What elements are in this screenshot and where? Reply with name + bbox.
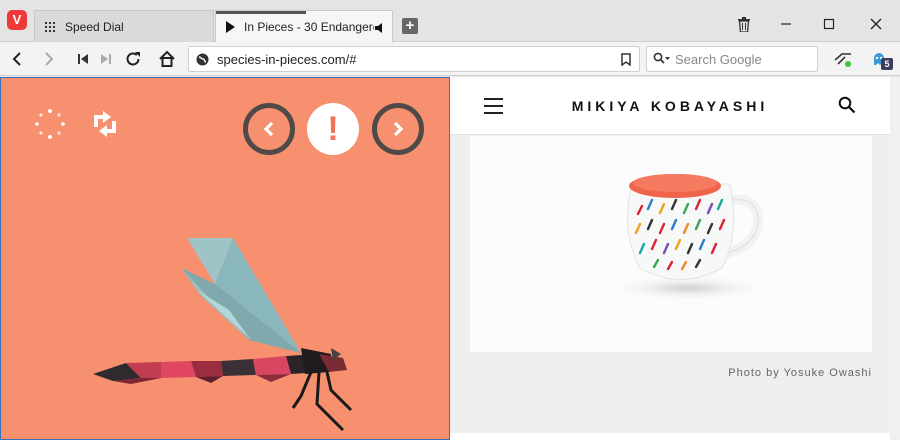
mug-image: [602, 174, 774, 302]
new-tab-button[interactable]: +: [402, 18, 418, 34]
address-bar: species-in-pieces.com/#: [0, 42, 900, 76]
mikiya-kobayashi-page: MIKIYA KOBAYASHI Photo by Yosuke Owashi: [450, 77, 900, 440]
url-field[interactable]: species-in-pieces.com/#: [188, 46, 640, 72]
search-field[interactable]: [646, 46, 818, 72]
search-engine-icon[interactable]: [653, 52, 671, 66]
dragonfly-illustration: [93, 238, 353, 432]
vivaldi-logo[interactable]: V: [7, 10, 27, 30]
tab-bar: V Speed Dial In Pieces - 30 Endangered S…: [0, 0, 900, 42]
scrollbar[interactable]: [890, 77, 900, 440]
tab-label: In Pieces - 30 Endangered Species: [244, 19, 374, 34]
minimize-button[interactable]: [776, 14, 796, 34]
maximize-button[interactable]: [819, 14, 839, 34]
rewind-button[interactable]: [72, 48, 94, 70]
site-brand[interactable]: MIKIYA KOBAYASHI: [450, 98, 890, 114]
search-input[interactable]: [675, 51, 813, 68]
search-icon[interactable]: [838, 96, 856, 114]
close-button[interactable]: [866, 14, 886, 34]
trash-icon[interactable]: [734, 14, 754, 34]
network-status-icon[interactable]: [832, 48, 854, 70]
speed-dial-icon: [45, 21, 55, 32]
bookmark-icon[interactable]: [621, 53, 631, 66]
photo-caption: Photo by Yosuke Owashi: [728, 367, 872, 379]
fast-forward-button[interactable]: [95, 48, 117, 70]
forward-button[interactable]: [38, 48, 60, 70]
tab-speed-dial[interactable]: Speed Dial: [34, 10, 214, 42]
extension-badge: 5: [881, 58, 893, 70]
tab-label: Speed Dial: [65, 19, 124, 34]
url-text: species-in-pieces.com/#: [217, 52, 357, 67]
next-section: [450, 433, 890, 440]
globe-icon: [196, 53, 209, 66]
home-button[interactable]: [156, 48, 178, 70]
site-header: MIKIYA KOBAYASHI: [450, 77, 890, 135]
reload-button[interactable]: [122, 48, 144, 70]
play-icon: [226, 20, 235, 33]
tab-in-pieces[interactable]: In Pieces - 30 Endangered Species: [215, 10, 393, 42]
in-pieces-page: !: [0, 77, 450, 440]
product-photo: [470, 136, 872, 352]
back-button[interactable]: [6, 48, 28, 70]
speaker-icon[interactable]: [374, 22, 386, 34]
